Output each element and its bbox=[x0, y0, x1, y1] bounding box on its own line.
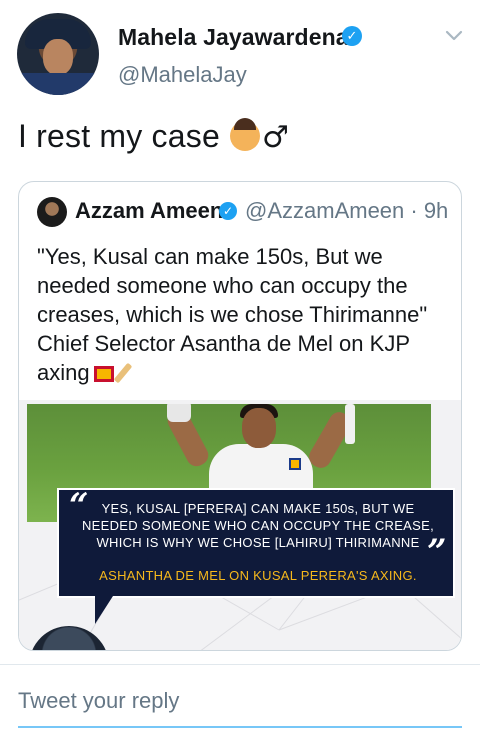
author-avatar[interactable] bbox=[17, 13, 99, 95]
quoted-tweet-text: "Yes, Kusal can make 150s, But we needed… bbox=[37, 242, 447, 387]
quoted-author-avatar bbox=[37, 197, 67, 227]
quoted-tweet-text-content: "Yes, Kusal can make 150s, But we needed… bbox=[37, 244, 428, 385]
avatar-face bbox=[43, 39, 73, 75]
speech-bubble-tail bbox=[95, 596, 113, 624]
reply-input[interactable]: Tweet your reply bbox=[18, 688, 179, 714]
reply-input-underline bbox=[18, 726, 462, 728]
tweet-header: Mahela Jayawardena ✓ @MahelaJay bbox=[0, 0, 480, 110]
media-quote-card: “ YES, KUSAL [PERERA] CAN MAKE 150s, BUT… bbox=[57, 486, 455, 598]
male-sign-emoji: ♂ bbox=[261, 120, 290, 155]
sri-lanka-flag-emoji bbox=[93, 366, 114, 382]
quoted-author-handle-time: @AzzamAmeen · 9h bbox=[245, 198, 449, 223]
close-quote-mark: ” bbox=[427, 532, 447, 572]
player-glove bbox=[167, 404, 191, 422]
chevron-down-icon[interactable] bbox=[443, 24, 465, 46]
verified-badge-icon: ✓ bbox=[219, 202, 237, 220]
avatar-shirt bbox=[17, 73, 99, 95]
media-quote-text: YES, KUSAL [PERERA] CAN MAKE 150s, BUT W… bbox=[81, 501, 435, 550]
verified-badge-icon: ✓ bbox=[342, 26, 362, 46]
tweet-text-content: I rest my case bbox=[18, 118, 220, 154]
person-facepalming-emoji bbox=[229, 118, 260, 151]
quoted-tweet-media[interactable]: “ YES, KUSAL [PERERA] CAN MAKE 150s, BUT… bbox=[19, 400, 461, 650]
media-quote-attribution: ASHANTHA DE MEL ON KUSAL PERERA'S AXING. bbox=[99, 568, 417, 583]
jersey-badge bbox=[289, 458, 301, 470]
cricket-bat-emoji bbox=[113, 362, 132, 384]
divider bbox=[0, 664, 480, 665]
player-head bbox=[242, 408, 276, 448]
author-handle[interactable]: @MahelaJay bbox=[118, 62, 247, 88]
quoted-tweet-card[interactable]: Azzam Ameen ✓ @AzzamAmeen · 9h "Yes, Kus… bbox=[18, 181, 462, 651]
player-bat bbox=[345, 404, 355, 444]
author-display-name[interactable]: Mahela Jayawardena bbox=[118, 24, 349, 51]
tweet-text: I rest my case ♂ bbox=[18, 118, 289, 155]
quoted-author-display-name: Azzam Ameen bbox=[75, 198, 224, 223]
